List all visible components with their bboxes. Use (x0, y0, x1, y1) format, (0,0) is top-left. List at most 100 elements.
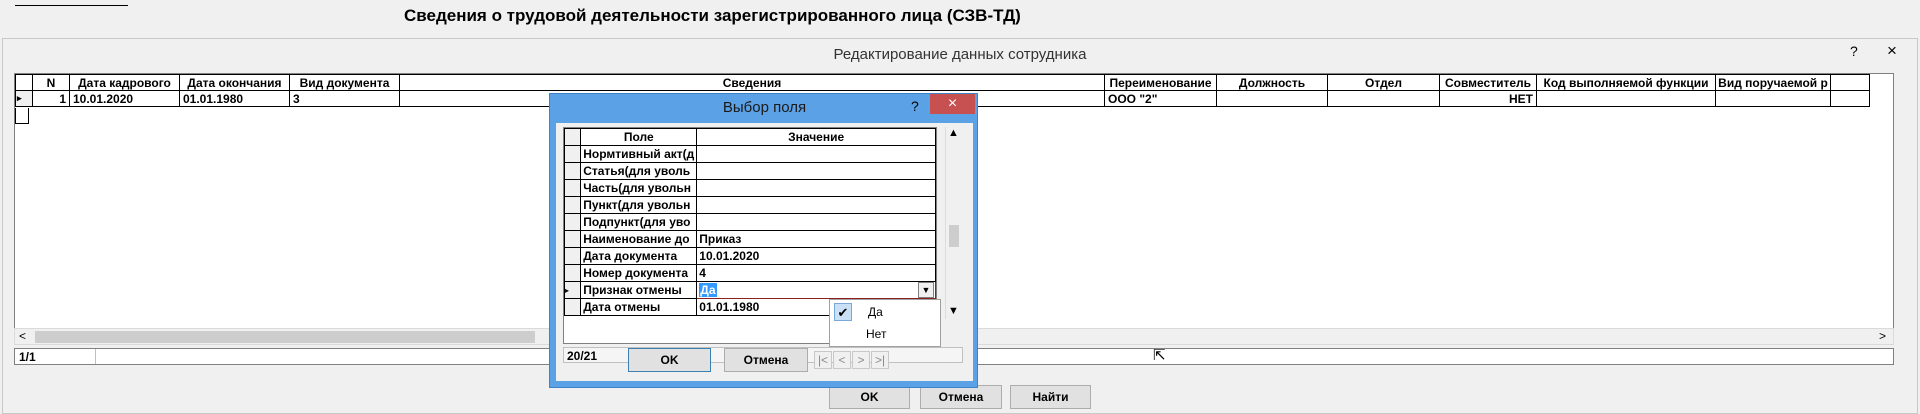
col-department[interactable]: Отдел (1327, 74, 1440, 91)
row-indicator (564, 247, 582, 265)
cell-n[interactable]: 1 (32, 90, 70, 107)
vertical-scrollbar[interactable]: ▲ ▼ (945, 127, 961, 319)
row-indicator (564, 196, 582, 214)
col-value[interactable]: Значение (696, 128, 936, 146)
ok-button[interactable]: OK (829, 385, 910, 409)
field-name[interactable]: Статья(для уволь (580, 162, 698, 180)
record-counter: 1/1 (19, 350, 36, 364)
grid-indicator-header (15, 74, 33, 91)
scroll-thumb[interactable] (35, 331, 535, 343)
value-edit-text[interactable]: Да (699, 283, 717, 297)
field-name[interactable]: Номер документа (580, 264, 698, 282)
field-name[interactable]: Пункт(для увольн (580, 196, 698, 214)
field-value[interactable] (696, 179, 936, 197)
field-name[interactable]: Наименование до (580, 230, 698, 248)
field-name[interactable]: Признак отмены (580, 281, 698, 299)
scroll-thumb[interactable] (949, 225, 959, 247)
field-name[interactable]: Дата документа (580, 247, 698, 265)
top-header: Сведения о трудовой деятельности зарегис… (0, 0, 1920, 38)
row-indicator (564, 162, 582, 180)
checkmark-icon: ✔ (834, 303, 852, 321)
dialog-close-button[interactable]: × (930, 94, 975, 114)
help-button[interactable]: ? (1850, 43, 1858, 59)
list-item[interactable]: Часть(для увольн (564, 179, 936, 197)
list-item[interactable]: Подпункт(для уво (564, 213, 936, 231)
scroll-right-icon[interactable]: > (1879, 329, 1886, 343)
cancel-button[interactable]: Отмена (920, 385, 1002, 409)
col-info[interactable]: Сведения (399, 74, 1105, 91)
cell-position[interactable] (1216, 90, 1328, 107)
dialog-help-button[interactable]: ? (911, 98, 919, 114)
window-title: Редактирование данных сотрудника (833, 46, 1087, 63)
dialog-cancel-button[interactable]: Отмена (724, 348, 808, 372)
cell-hire-date[interactable]: 10.01.2020 (69, 90, 180, 107)
field-value[interactable] (696, 213, 936, 231)
cell-doc-type[interactable]: 3 (289, 90, 400, 107)
col-assignment-type[interactable]: Вид поручаемой р (1715, 74, 1831, 91)
nav-last-button[interactable]: >| (871, 351, 889, 369)
col-part-time[interactable]: Совместитель (1439, 74, 1537, 91)
nav-prev-button[interactable]: < (833, 351, 851, 369)
field-name[interactable]: Нормтивный акт(д (580, 145, 698, 163)
row-indicator (564, 264, 582, 282)
field-name[interactable]: Часть(для увольн (580, 179, 698, 197)
list-item[interactable]: Статья(для уволь (564, 162, 936, 180)
list-item[interactable]: Пункт(для увольн (564, 196, 936, 214)
grid-header-row: N Дата кадрового Дата окончания Вид доку… (15, 74, 1870, 91)
list-item[interactable]: Номер документа 4 (564, 264, 936, 282)
list-item[interactable]: Нормтивный акт(д (564, 145, 936, 163)
field-counter: 20/21 (567, 349, 598, 363)
row-indicator: ▸ (15, 90, 33, 107)
scroll-left-icon[interactable]: < (19, 329, 26, 343)
col-function-code[interactable]: Код выполняемой функции (1536, 74, 1716, 91)
list-item-selected[interactable]: ▸ Признак отмены Да ▼ (564, 281, 936, 299)
col-filler (1830, 74, 1870, 91)
col-hire-date[interactable]: Дата кадрового (69, 74, 180, 91)
col-position[interactable]: Должность (1216, 74, 1328, 91)
field-value[interactable] (696, 145, 936, 163)
close-button[interactable]: × (1869, 40, 1915, 62)
find-button[interactable]: Найти (1010, 385, 1091, 409)
dropdown-option-no[interactable]: Нет (866, 327, 886, 341)
field-name[interactable]: Подпункт(для уво (580, 213, 698, 231)
row-indicator: ▸ (564, 281, 582, 299)
field-value[interactable] (696, 196, 936, 214)
col-rename[interactable]: Переименование (1104, 74, 1217, 91)
scroll-down-icon[interactable]: ▼ (948, 305, 959, 317)
value-editor[interactable]: Да ▼ (696, 281, 936, 299)
nav-next-button[interactable]: > (852, 351, 870, 369)
field-name[interactable]: Дата отмены (580, 298, 698, 316)
value-dropdown-list[interactable]: ✔ Да Нет (829, 299, 941, 347)
top-divider (15, 5, 128, 6)
dropdown-arrow-icon[interactable]: ▼ (918, 282, 934, 298)
row-indicator (564, 145, 582, 163)
dropdown-option-label[interactable]: Да (868, 305, 883, 319)
field-value[interactable]: 4 (696, 264, 936, 282)
cell-rename[interactable]: ООО "2" (1104, 90, 1217, 107)
field-header-row: Поле Значение (564, 128, 936, 146)
dialog-ok-button[interactable]: OK (628, 348, 711, 372)
row-indicator (564, 298, 582, 316)
col-doc-type[interactable]: Вид документа (289, 74, 400, 91)
field-value[interactable] (696, 162, 936, 180)
col-end-date[interactable]: Дата окончания (179, 74, 290, 91)
field-value[interactable]: Приказ (696, 230, 936, 248)
col-field[interactable]: Поле (580, 128, 698, 146)
field-value[interactable]: 10.01.2020 (696, 247, 936, 265)
row-indicator-empty (15, 108, 29, 124)
col-n[interactable]: N (32, 74, 70, 91)
cell-end-date[interactable]: 01.01.1980 (179, 90, 290, 107)
cell-assignment-type[interactable] (1715, 90, 1831, 107)
cell-department[interactable] (1327, 90, 1440, 107)
row-indicator (564, 179, 582, 197)
list-item[interactable]: Дата документа 10.01.2020 (564, 247, 936, 265)
scroll-up-icon[interactable]: ▲ (948, 127, 959, 139)
row-indicator (564, 213, 582, 231)
cell-part-time[interactable]: НЕТ (1439, 90, 1537, 107)
nav-first-button[interactable]: |< (814, 351, 832, 369)
page-title: Сведения о трудовой деятельности зарегис… (404, 6, 1021, 25)
list-item[interactable]: Наименование до Приказ (564, 230, 936, 248)
dropdown-option-yes[interactable]: ✔ Да (832, 302, 938, 322)
cell-function-code[interactable] (1536, 90, 1716, 107)
field-indicator-header (564, 128, 582, 146)
